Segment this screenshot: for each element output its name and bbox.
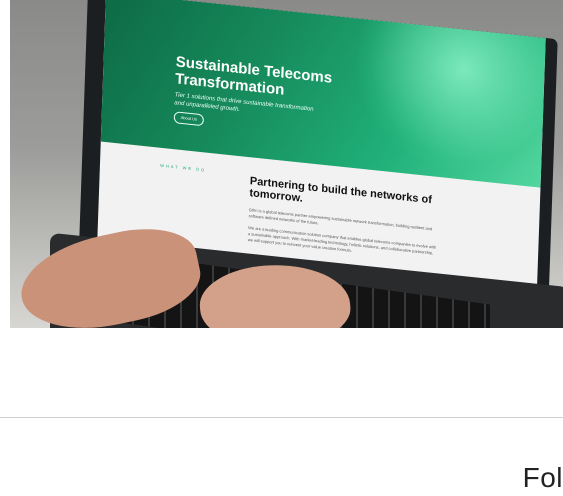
hero-photo: Sustainable Telecoms Transformation Tier…: [10, 0, 563, 328]
section-divider: [0, 417, 563, 418]
screen-section-label: WHAT WE DO: [160, 162, 207, 173]
screen-hero-banner: Sustainable Telecoms Transformation Tier…: [100, 0, 546, 188]
screen-about-button: About Us: [173, 111, 205, 127]
footer-heading-fragment: Fol: [522, 462, 563, 493]
